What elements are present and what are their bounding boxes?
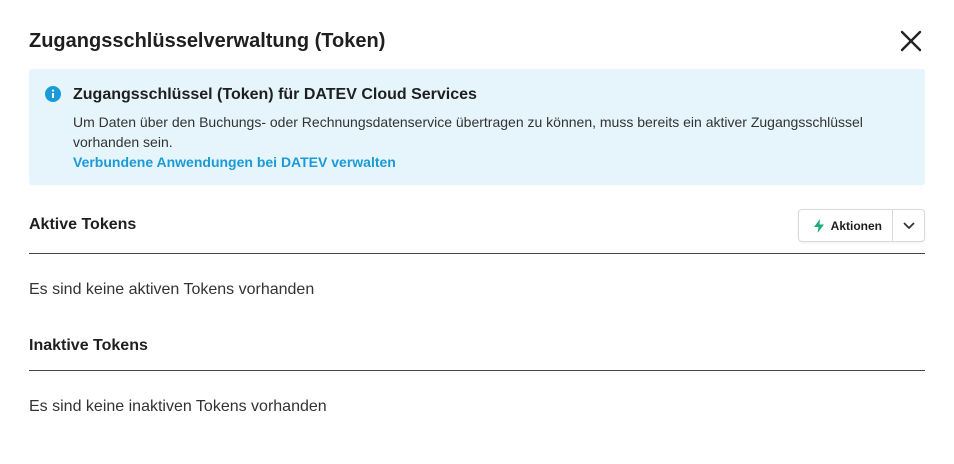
manage-connected-apps-link[interactable]: Verbundene Anwendungen bei DATEV verwalt… (73, 152, 905, 172)
actions-button-group: Aktionen (797, 209, 925, 242)
close-button[interactable] (898, 28, 924, 54)
chevron-down-icon (903, 222, 914, 229)
info-text: Um Daten über den Buchungs- oder Rechnun… (73, 114, 863, 150)
info-box: Zugangsschlüssel (Token) für DATEV Cloud… (29, 69, 925, 185)
inactive-tokens-empty: Es sind keine inaktiven Tokens vorhanden (29, 398, 327, 415)
bolt-icon (813, 218, 824, 233)
info-title: Zugangsschlüssel (Token) für DATEV Cloud… (73, 86, 477, 103)
active-tokens-empty: Es sind keine aktiven Tokens vorhanden (29, 281, 315, 298)
actions-label: Aktionen (830, 218, 882, 233)
actions-dropdown-button[interactable] (893, 210, 924, 241)
actions-button[interactable]: Aktionen (799, 210, 893, 241)
close-icon (900, 30, 922, 52)
active-tokens-title: Aktive Tokens (29, 216, 137, 233)
info-icon (45, 86, 61, 102)
inactive-tokens-header: Inaktive Tokens (29, 328, 925, 371)
inactive-tokens-title: Inaktive Tokens (29, 337, 148, 354)
dialog-title: Zugangsschlüsselverwaltung (Token) (29, 30, 386, 52)
active-tokens-header: Aktive Tokens Aktionen (29, 205, 925, 254)
